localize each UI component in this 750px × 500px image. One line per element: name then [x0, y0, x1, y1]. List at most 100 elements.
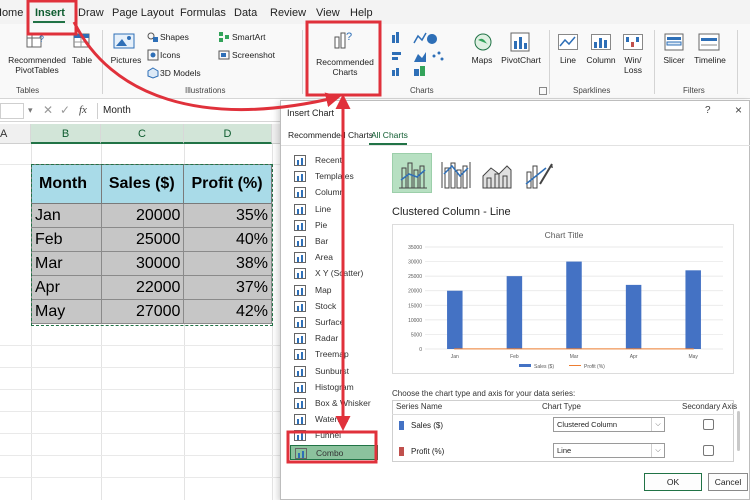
chart-type-funnel[interactable]: Funnel [290, 428, 378, 443]
close-icon[interactable]: × [735, 103, 742, 117]
table-cell[interactable]: 27000 [100, 299, 185, 324]
table-cell[interactable]: 22000 [100, 275, 185, 300]
insert-function-icon[interactable]: fx [79, 104, 87, 116]
help-icon[interactable]: ? [705, 105, 711, 116]
profit-secondary-axis-checkbox[interactable] [703, 445, 714, 456]
sales-secondary-axis-checkbox[interactable] [703, 419, 714, 430]
ok-button[interactable]: OK [644, 473, 702, 491]
confirm-entry-icon[interactable]: ✓ [60, 103, 70, 117]
chart-type-sunburst[interactable]: Sunburst [290, 364, 378, 379]
chart-type-map[interactable]: Map [290, 283, 378, 298]
column-header-c[interactable]: C [101, 124, 184, 144]
tab-data[interactable]: Data [234, 7, 257, 19]
table-cell[interactable]: May [31, 299, 102, 324]
profit-chart-type-select[interactable]: Line ⌵ [553, 443, 665, 458]
shapes-icon[interactable] [147, 31, 159, 43]
recommended-charts-icon[interactable]: ? [333, 28, 355, 50]
pictures-button[interactable]: Pictures [106, 55, 146, 65]
table-cell[interactable]: 37% [183, 275, 272, 300]
chart-type-box-whisker[interactable]: Box & Whisker [290, 396, 378, 411]
recommended-charts-button[interactable]: Recommended Charts [310, 57, 380, 77]
chart-type-area[interactable]: Area [290, 250, 378, 265]
header-cell[interactable]: Month [31, 164, 102, 204]
sparkline-line-icon[interactable] [558, 34, 578, 50]
table-cell[interactable]: 40% [183, 227, 272, 252]
recommended-pivottables-button[interactable]: Recommended PivotTables [2, 55, 72, 75]
table-cell[interactable]: 42% [183, 299, 272, 324]
maps-button[interactable]: Maps [466, 55, 498, 65]
chart-type-recent[interactable]: Recent [290, 153, 378, 168]
tab-recommended-charts[interactable]: Recommended Charts [288, 130, 373, 140]
tab-view[interactable]: View [316, 7, 340, 19]
smartart-button[interactable]: SmartArt [232, 32, 282, 42]
3d-models-icon[interactable] [147, 67, 159, 79]
pivotchart-icon[interactable] [510, 32, 530, 52]
shapes-button[interactable]: Shapes [160, 32, 210, 42]
slicer-icon[interactable] [664, 33, 684, 51]
subtype-stacked-area-column[interactable] [476, 153, 516, 193]
name-box[interactable] [0, 103, 24, 119]
tab-home[interactable]: Home [0, 7, 23, 19]
tab-insert[interactable]: Insert [35, 7, 65, 19]
sparkline-column-button[interactable]: Column [583, 55, 619, 65]
tab-help[interactable]: Help [350, 7, 373, 19]
cancel-entry-icon[interactable]: ✕ [43, 103, 53, 117]
chart-gallery-icons[interactable] [392, 32, 452, 78]
chart-type-combo[interactable]: Combo [290, 444, 378, 460]
table-cell[interactable]: Jan [31, 203, 102, 228]
tab-review[interactable]: Review [270, 7, 306, 19]
chart-type-histogram[interactable]: Histogram [290, 380, 378, 395]
icons-icon[interactable] [147, 49, 159, 61]
subtype-column-line-secondary-axis[interactable] [435, 153, 475, 193]
sparkline-winloss-icon[interactable] [623, 34, 643, 50]
table-cell[interactable]: 25000 [100, 227, 185, 252]
chart-type-radar[interactable]: Radar [290, 331, 378, 346]
sparkline-column-icon[interactable] [591, 34, 611, 50]
chart-type-bar[interactable]: Bar [290, 234, 378, 249]
pivotchart-button[interactable]: PivotChart [498, 55, 544, 65]
table-cell[interactable]: Feb [31, 227, 102, 252]
chart-type-treemap[interactable]: Treemap [290, 347, 378, 362]
chart-type-stock[interactable]: Stock [290, 299, 378, 314]
recommended-pivottables-icon[interactable]: ? [26, 32, 46, 50]
sparkline-winloss-button[interactable]: Win/ Loss [620, 55, 646, 75]
chart-type-line[interactable]: Line [290, 202, 378, 217]
slicer-button[interactable]: Slicer [660, 55, 688, 65]
charts-dialog-launcher-icon[interactable] [539, 87, 547, 95]
table-button[interactable]: Table [68, 55, 96, 65]
cancel-button[interactable]: Cancel [708, 473, 748, 491]
table-cell[interactable]: Mar [31, 251, 102, 276]
column-header-d[interactable]: D [184, 124, 272, 144]
name-box-dropdown-icon[interactable]: ▾ [28, 105, 33, 116]
column-header-b[interactable]: B [31, 124, 101, 144]
table-cell[interactable]: 35% [183, 203, 272, 228]
maps-icon[interactable] [473, 32, 493, 52]
series-grid-scrollbar[interactable] [737, 411, 740, 451]
table-cell[interactable]: 20000 [100, 203, 185, 228]
table-cell[interactable]: 30000 [100, 251, 185, 276]
chart-type-x-y-scatter[interactable]: X Y (Scatter) [290, 266, 378, 281]
header-cell[interactable]: Profit (%) [183, 164, 272, 204]
icons-button[interactable]: Icons [160, 50, 210, 60]
tab-formulas[interactable]: Formulas [180, 7, 226, 19]
tab-draw[interactable]: Draw [78, 7, 104, 19]
subtype-custom-combination[interactable] [517, 153, 557, 193]
tab-page-layout[interactable]: Page Layout [112, 7, 174, 19]
formula-input[interactable]: Month [103, 105, 131, 116]
chart-type-pie[interactable]: Pie [290, 218, 378, 233]
pictures-icon[interactable] [113, 32, 135, 50]
chart-preview[interactable]: Chart Title 35000 30000 25000 20000 15000 1000… [392, 224, 734, 374]
table-icon[interactable] [73, 32, 91, 50]
table-cell[interactable]: 38% [183, 251, 272, 276]
table-cell[interactable]: Apr [31, 275, 102, 300]
chart-type-surface[interactable]: Surface [290, 315, 378, 330]
screenshot-icon[interactable] [218, 49, 230, 61]
chart-type-templates[interactable]: Templates [290, 169, 378, 184]
3d-models-button[interactable]: 3D Models [160, 68, 220, 78]
sales-chart-type-select[interactable]: Clustered Column ⌵ [553, 417, 665, 432]
tab-all-charts[interactable]: All Charts [371, 130, 408, 140]
screenshot-button[interactable]: Screenshot [232, 50, 294, 60]
sparkline-line-button[interactable]: Line [556, 55, 580, 65]
subtype-clustered-column-line[interactable] [392, 153, 432, 193]
timeline-button[interactable]: Timeline [691, 55, 729, 65]
